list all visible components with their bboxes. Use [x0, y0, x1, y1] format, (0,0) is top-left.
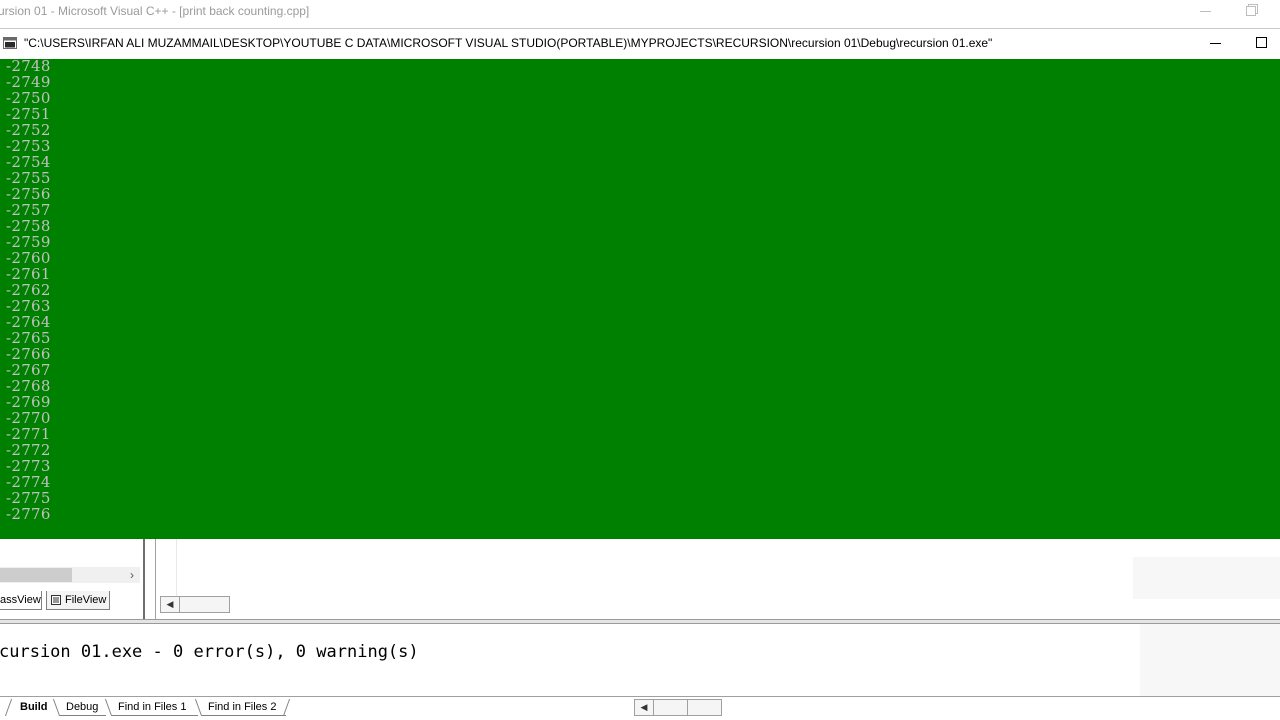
build-result-message: cursion 01.exe - 0 error(s), 0 warning(s… [0, 642, 419, 662]
minimize-icon [1210, 43, 1221, 44]
console-line: -2754 [6, 153, 51, 171]
console-line: -2753 [6, 137, 51, 155]
console-line: -2766 [6, 345, 51, 363]
console-line: -2764 [6, 313, 51, 331]
console-line: -2760 [6, 249, 51, 267]
console-line: -2770 [6, 409, 51, 427]
console-line: -2769 [6, 393, 51, 411]
console-line: -2774 [6, 473, 51, 491]
tab-fileview-label: FileView [65, 594, 107, 606]
console-line: -2763 [6, 297, 51, 315]
output-pane: cursion 01.exe - 0 error(s), 0 warning(s… [0, 624, 1280, 696]
ide-titlebar: ursion 01 - Microsoft Visual C++ - [prin… [0, 0, 1280, 24]
console-line: -2750 [6, 89, 51, 107]
scroll-right-arrow-icon[interactable]: › [124, 567, 140, 583]
console-line: -2756 [6, 185, 51, 203]
workspace-horizontal-scrollbar[interactable]: › [0, 567, 140, 583]
console-window: "C:\USERS\IRFAN ALI MUZAMMAIL\DESKTOP\YO… [0, 28, 1280, 539]
ide-window-title: ursion 01 - Microsoft Visual C++ - [prin… [0, 4, 310, 18]
console-maximize-button[interactable] [1242, 29, 1280, 59]
editor-area [1133, 557, 1280, 599]
tab-find-in-files-1[interactable]: Find in Files 1 [112, 699, 198, 716]
tab-fileview[interactable]: FileView [46, 591, 110, 610]
scroll-left-arrow-icon[interactable]: ◀ [161, 597, 180, 612]
workspace-pane: › assView FileView ◀ [0, 539, 1280, 619]
console-line: -2765 [6, 329, 51, 347]
screen: ursion 01 - Microsoft Visual C++ - [prin… [0, 0, 1280, 720]
console-line: -2762 [6, 281, 51, 299]
console-window-title: "C:\USERS\IRFAN ALI MUZAMMAIL\DESKTOP\YO… [24, 36, 993, 50]
console-line: -2771 [6, 425, 51, 443]
tab-debug[interactable]: Debug [60, 699, 106, 716]
tab-find-in-files-2-label: Find in Files 2 [208, 701, 277, 713]
console-line: -2755 [6, 169, 51, 187]
console-line: -2759 [6, 233, 51, 251]
console-output-area[interactable]: -2748 -2749 -2750 -2751 -2752 -2753 -2754 -2755… [0, 59, 1280, 539]
console-output-lines: -2748 -2749 -2750 -2751 -2752 -2753 -2754 -2755… [6, 59, 51, 522]
tab-classview[interactable]: assView [0, 591, 42, 610]
console-line: -2775 [6, 489, 51, 507]
tab-find-in-files-2[interactable]: Find in Files 2 [202, 699, 286, 716]
output-tabs-bar: Build Debug Find in Files 1 Find in File… [0, 696, 1280, 720]
console-window-icon[interactable] [3, 37, 17, 49]
document-icon [51, 595, 61, 605]
scrollbar-thumb[interactable] [655, 700, 688, 715]
output-shade [1140, 624, 1280, 696]
console-line: -2768 [6, 377, 51, 395]
workspace-tree-pane: › assView FileView [0, 539, 145, 619]
editor-margin [176, 539, 177, 599]
console-minimize-button[interactable] [1196, 29, 1236, 59]
console-line: -2749 [6, 73, 51, 91]
console-line: -2761 [6, 265, 51, 283]
ide-restore-icon[interactable] [1246, 4, 1258, 16]
pane-splitter[interactable] [155, 539, 156, 619]
console-titlebar[interactable]: "C:\USERS\IRFAN ALI MUZAMMAIL\DESKTOP\YO… [0, 29, 1280, 59]
tab-build-label: Build [20, 701, 48, 713]
console-line: -2752 [6, 121, 51, 139]
console-line: -2776 [6, 505, 51, 523]
editor-horizontal-scrollbar[interactable]: ◀ [160, 596, 230, 613]
console-line: -2767 [6, 361, 51, 379]
tab-classview-label: assView [0, 594, 41, 606]
scrollbar-thumb[interactable] [0, 568, 72, 582]
tab-find-in-files-1-label: Find in Files 1 [118, 701, 187, 713]
maximize-icon [1256, 37, 1267, 48]
console-line: -2772 [6, 441, 51, 459]
tab-debug-label: Debug [66, 701, 99, 713]
console-line: -2773 [6, 457, 51, 475]
console-line: -2757 [6, 201, 51, 219]
console-line: -2748 [6, 59, 51, 75]
console-line: -2758 [6, 217, 51, 235]
output-horizontal-scrollbar[interactable]: ◀ [634, 699, 722, 716]
tab-build[interactable]: Build [10, 699, 54, 716]
console-line: -2751 [6, 105, 51, 123]
ide-minimize-icon[interactable] [1200, 11, 1211, 12]
scroll-left-arrow-icon[interactable]: ◀ [635, 700, 654, 715]
